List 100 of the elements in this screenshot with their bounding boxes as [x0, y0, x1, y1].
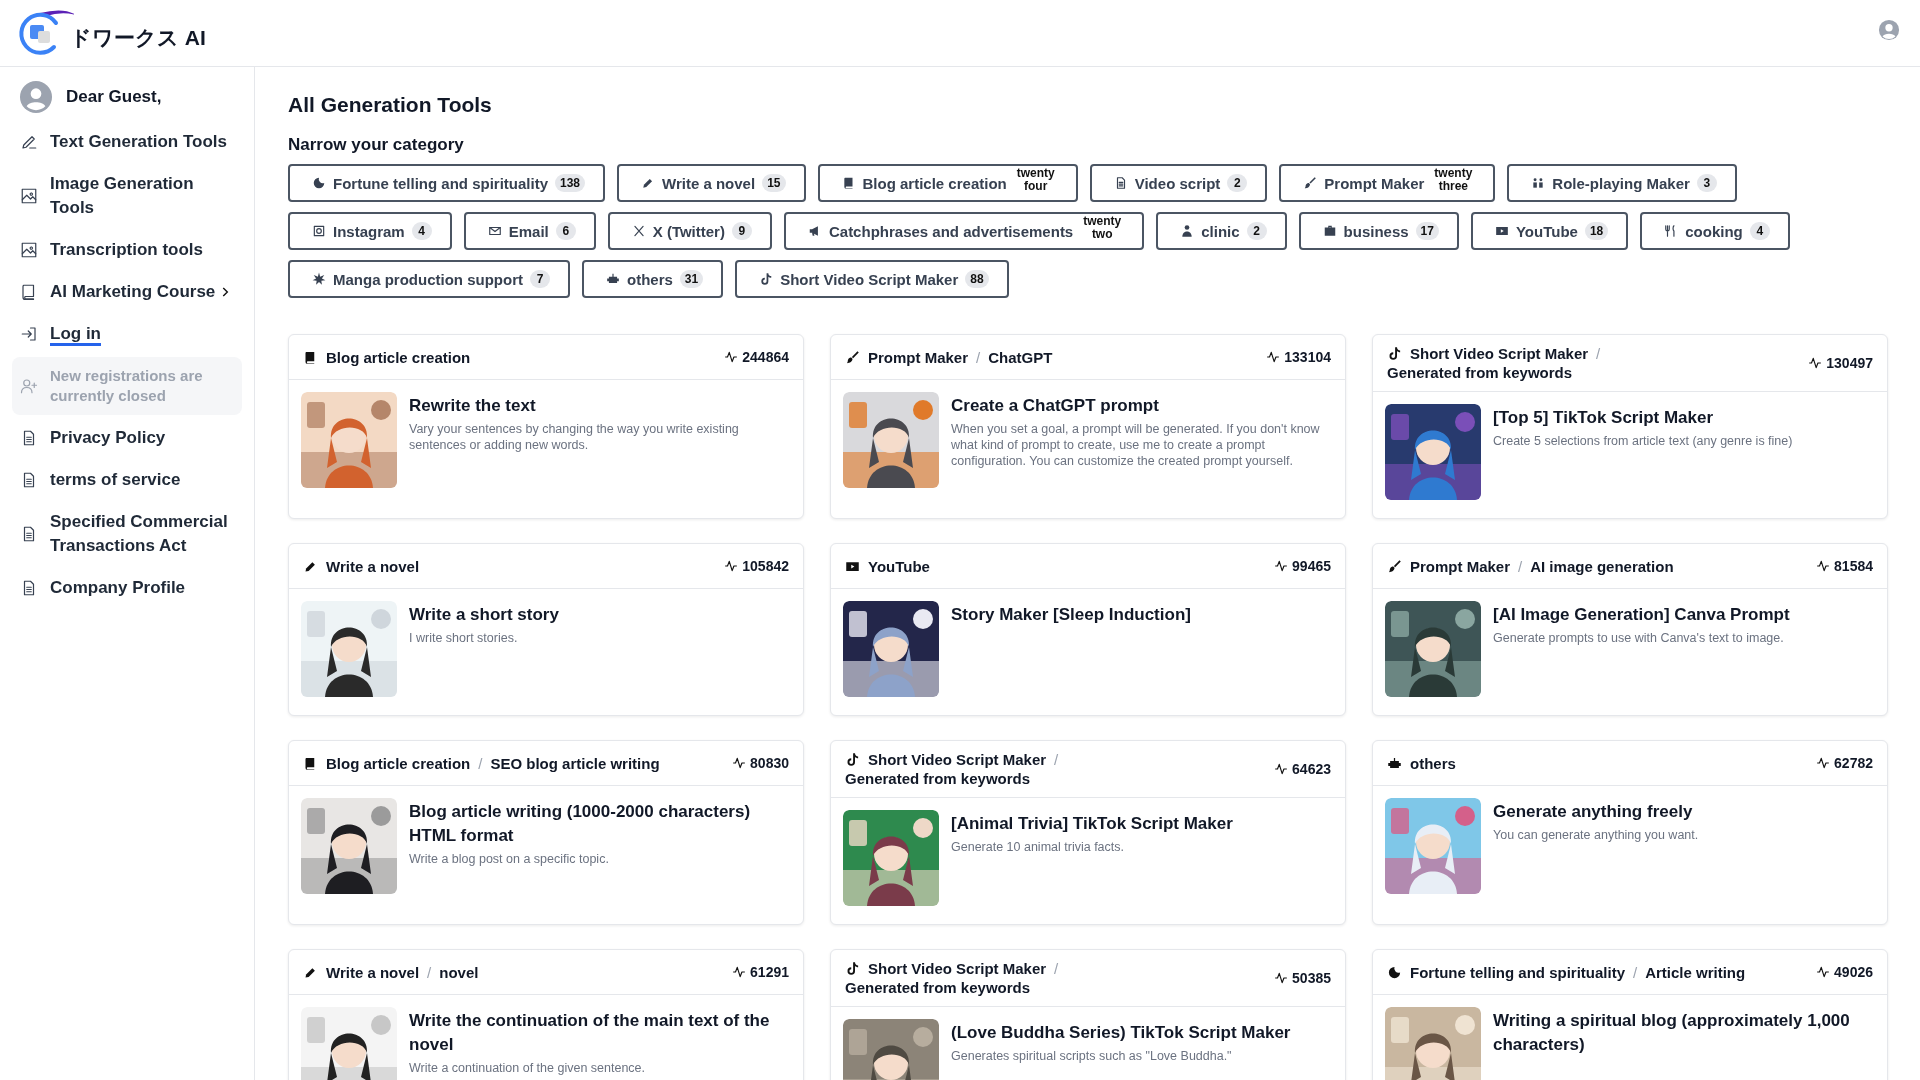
- tool-card[interactable]: Prompt Maker / AI image generation 81584 [AI Image Generation] Canva Prompt Generate prompts to use with Canva's text to image.: [1372, 543, 1888, 716]
- tool-description: You can generate anything you want.: [1493, 827, 1699, 843]
- category-label[interactable]: others: [1410, 754, 1456, 772]
- tool-title[interactable]: Writing a spiritual blog (approximately 1,000 characters): [1493, 1009, 1875, 1057]
- pencil-icon: [20, 133, 38, 151]
- logo-text[interactable]: ドワークス AI: [70, 24, 206, 52]
- activity-icon: [1274, 559, 1289, 573]
- tool-card[interactable]: Fortune telling and spirituality / Article writing 49026 Writing a spiritual blog (approximately 1,000 characters): [1372, 949, 1888, 1080]
- person-icon: [1180, 224, 1195, 238]
- burst-icon: [312, 272, 326, 286]
- category-label[interactable]: Short Video Script Maker: [1410, 345, 1589, 362]
- activity-icon: [1274, 762, 1289, 776]
- cross-icon: [631, 224, 646, 238]
- activity-icon: [1816, 965, 1831, 979]
- tool-description: Create 5 selections from article text (any genre is fine): [1493, 433, 1793, 449]
- category-chip[interactable]: others 31: [582, 260, 724, 298]
- usage-count: 99465: [1292, 558, 1331, 574]
- category-chip[interactable]: YouTube 18: [1470, 212, 1629, 250]
- category-label[interactable]: SEO blog article writing: [490, 754, 660, 772]
- robot-icon: [1387, 755, 1402, 771]
- sidebar-item[interactable]: Specified Commercial Transactions Act: [50, 510, 234, 558]
- category-chip[interactable]: Write a novel 15: [617, 164, 806, 202]
- category-chip[interactable]: Manga production support 7: [288, 260, 570, 298]
- tool-card[interactable]: others 62782 Generate anything freely You can generate anything you want.: [1372, 740, 1888, 925]
- brush-icon: [1303, 176, 1318, 190]
- category-label[interactable]: Blog article creation: [326, 348, 471, 366]
- tool-card[interactable]: YouTube 99465 Story Maker [Sleep Induction]: [830, 543, 1346, 716]
- tool-card[interactable]: Short Video Script Maker / Generated from keywords 50385 (Love Buddha Series) TikTok Script Maker Generates spiritual scripts such as "Love Buddha.": [830, 949, 1346, 1080]
- category-label[interactable]: Short Video Script Maker: [868, 960, 1047, 977]
- login-icon: [20, 325, 38, 343]
- robot-icon: [606, 272, 620, 286]
- tool-title[interactable]: Blog article writing (1000-2000 characters) HTML format: [409, 800, 791, 848]
- tool-card[interactable]: Short Video Script Maker / Generated from keywords 64623 [Animal Trivia] TikTok Script Maker Generate 10 animal trivia facts.: [830, 740, 1346, 925]
- tool-description: Generates spiritual scripts such as "Love Buddha.": [951, 1048, 1233, 1064]
- tool-title[interactable]: Story Maker [Sleep Induction]: [951, 603, 1191, 627]
- tool-description: Generate prompts to use with Canva's text to image.: [1493, 630, 1785, 646]
- sidebar-item[interactable]: Privacy Policy: [50, 426, 166, 450]
- activity-icon: [1266, 350, 1281, 364]
- category-label[interactable]: Generated from keywords: [845, 770, 1031, 787]
- activity-icon: [1816, 559, 1831, 573]
- category-label[interactable]: Generated from keywords: [1387, 364, 1573, 381]
- tool-title[interactable]: [Animal Trivia] TikTok Script Maker: [951, 812, 1233, 836]
- category-label[interactable]: Blog article creation: [326, 754, 471, 772]
- category-label[interactable]: Fortune telling and spirituality: [1410, 963, 1625, 981]
- category-chip[interactable]: Video script 2: [1089, 164, 1268, 202]
- moon-icon: [1387, 964, 1402, 980]
- category-chip[interactable]: Fortune telling and spirituality 138: [288, 164, 606, 202]
- category-label[interactable]: Prompt Maker: [868, 348, 969, 366]
- brush-icon: [1387, 558, 1402, 574]
- moon-icon: [312, 176, 326, 190]
- tool-card[interactable]: Blog article creation 244864 Rewrite the text Vary your sentences by changing the way you write existing sentences or adding new words.: [288, 334, 804, 519]
- tool-card[interactable]: Blog article creation / SEO blog article writing 80830 Blog article writing (1000-2000 characters) HTML format Write a blog post on a specific topic.: [288, 740, 804, 925]
- category-label[interactable]: Write a novel: [326, 963, 420, 981]
- tool-title[interactable]: Rewrite the text: [409, 394, 791, 418]
- tool-title[interactable]: Generate anything freely: [1493, 800, 1699, 824]
- category-chip[interactable]: clinic 2: [1156, 212, 1287, 250]
- tool-description: I write short stories.: [409, 630, 519, 646]
- tool-title[interactable]: [Top 5] TikTok Script Maker: [1493, 406, 1793, 430]
- category-chip[interactable]: Role-playing Maker 3: [1507, 164, 1737, 202]
- category-label[interactable]: novel: [439, 963, 479, 981]
- category-label[interactable]: Short Video Script Maker: [868, 751, 1047, 768]
- category-label[interactable]: Generated from keywords: [845, 979, 1031, 996]
- category-chip[interactable]: X (Twitter) 9: [607, 212, 772, 250]
- tool-title[interactable]: [AI Image Generation] Canva Prompt: [1493, 603, 1790, 627]
- tool-card[interactable]: Write a novel / novel 61291 Write the continuation of the main text of the novel Write a continuation of the given sentence.: [288, 949, 804, 1080]
- tool-title[interactable]: Write the continuation of the main text of the novel: [409, 1009, 791, 1057]
- category-label[interactable]: Prompt Maker: [1410, 557, 1511, 575]
- login-link[interactable]: Log in: [50, 322, 101, 346]
- category-label[interactable]: YouTube: [868, 557, 930, 575]
- breadcrumb-separator: /: [976, 348, 981, 366]
- usage-count: 64623: [1292, 761, 1331, 777]
- category-chip[interactable]: cooking 4: [1640, 212, 1790, 250]
- tool-description: Write a blog post on a specific topic.: [409, 851, 610, 867]
- category-chip[interactable]: Short Video Script Maker 88: [735, 260, 1009, 298]
- registration-notice: New registrations are currently closed: [12, 357, 242, 415]
- sidebar-item[interactable]: AI Marketing Course: [50, 280, 216, 304]
- sidebar-item[interactable]: Company Profile: [50, 576, 186, 600]
- tool-title[interactable]: Write a short story: [409, 603, 559, 627]
- category-label[interactable]: Write a novel: [326, 557, 420, 575]
- category-label[interactable]: Article writing: [1645, 963, 1746, 981]
- tool-card[interactable]: Write a novel 105842 Write a short story I write short stories.: [288, 543, 804, 716]
- tool-title[interactable]: (Love Buddha Series) TikTok Script Maker: [951, 1021, 1291, 1045]
- category-label[interactable]: AI image generation: [1530, 557, 1674, 575]
- category-chip[interactable]: Instagram 4: [288, 212, 452, 250]
- breadcrumb-separator: /: [1054, 960, 1059, 977]
- sidebar-item[interactable]: Text Generation Tools: [50, 130, 227, 154]
- tool-description: When you set a goal, a prompt will be generated. If you don't know what kind of prompt to create, use me to create a prompt configuration. You can customize the created prompt yourself.: [951, 421, 1321, 469]
- tool-title[interactable]: Create a ChatGPT prompt: [951, 394, 1333, 418]
- category-chip[interactable]: Email 6: [463, 212, 596, 250]
- tool-card[interactable]: Short Video Script Maker / Generated from keywords 130497 [Top 5] TikTok Script Maker Create 5 selections from article text (any genre is fine): [1372, 334, 1888, 519]
- note-icon: [759, 272, 774, 286]
- sidebar-item[interactable]: Transcription tools: [50, 238, 204, 262]
- people-icon: [1531, 176, 1546, 190]
- usage-count: 80830: [750, 755, 789, 771]
- breadcrumb-separator: /: [427, 963, 432, 981]
- sidebar-item[interactable]: Image Generation Tools: [50, 172, 234, 220]
- category-chip[interactable]: business 17: [1298, 212, 1459, 250]
- category-label[interactable]: ChatGPT: [988, 348, 1053, 366]
- sidebar-item[interactable]: terms of service: [50, 468, 181, 492]
- tool-card[interactable]: [830, 334, 1346, 519]
